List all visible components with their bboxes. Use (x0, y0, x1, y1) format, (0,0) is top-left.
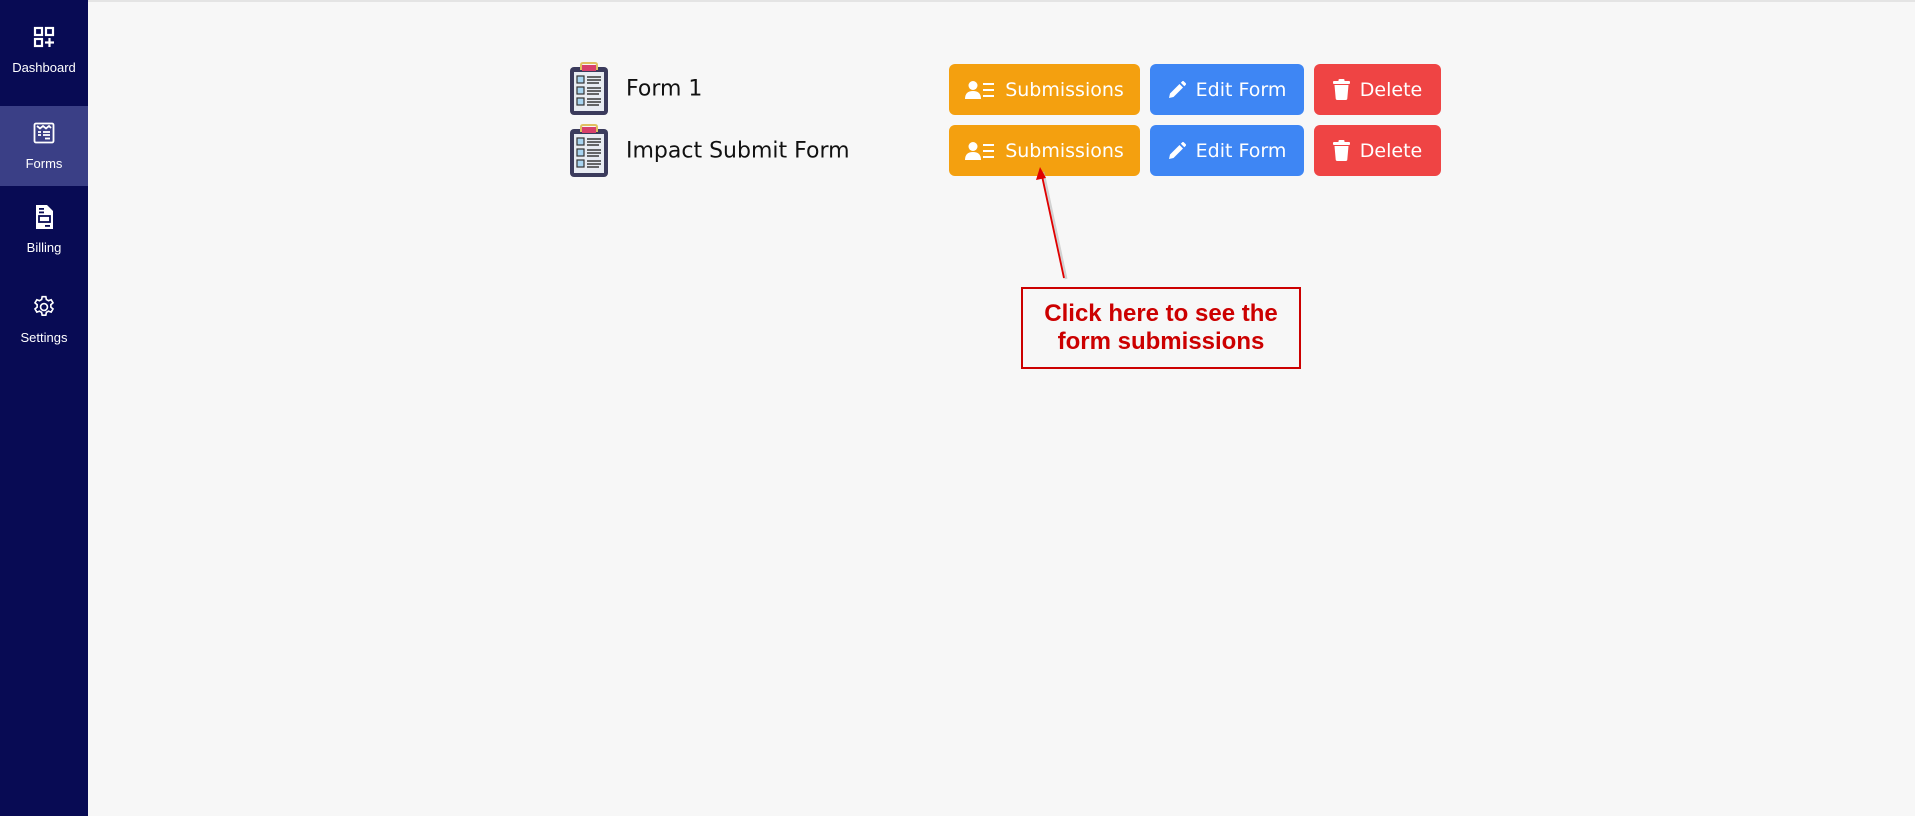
button-label: Delete (1359, 78, 1423, 101)
button-label: Submissions (1005, 139, 1124, 162)
forms-icon (31, 120, 57, 146)
sidebar-item-billing[interactable]: Billing (0, 190, 88, 270)
button-label: Edit Form (1195, 78, 1287, 101)
pencil-icon (1168, 141, 1186, 160)
trash-icon (1332, 79, 1350, 100)
annotation-callout: Click here to see the form submissions (1021, 287, 1301, 369)
form-list-item: Form 1 (568, 62, 702, 116)
form-name: Impact Submit Form (626, 138, 850, 164)
clipboard-checklist-icon (568, 124, 610, 178)
button-label: Submissions (1005, 78, 1124, 101)
button-label: Delete (1359, 139, 1423, 162)
delete-button[interactable]: Delete (1314, 125, 1441, 176)
sidebar-item-dashboard[interactable]: Dashboard (0, 10, 88, 90)
pencil-icon (1168, 80, 1186, 99)
user-list-icon (965, 141, 995, 161)
user-list-icon (965, 80, 995, 100)
sidebar-item-label: Forms (25, 156, 63, 171)
annotation-text-line2: form submissions (1057, 328, 1265, 355)
submissions-button[interactable]: Submissions (949, 125, 1140, 176)
submissions-button[interactable]: Submissions (949, 64, 1140, 115)
sidebar-item-label: Settings (20, 330, 68, 345)
clipboard-checklist-icon (568, 62, 610, 116)
edit-form-button[interactable]: Edit Form (1150, 125, 1304, 176)
annotation-text-line1: Click here to see the (1044, 300, 1278, 327)
form-list-item: Impact Submit Form (568, 124, 850, 178)
sidebar-item-forms[interactable]: Forms (0, 106, 88, 186)
gear-icon (31, 294, 57, 320)
billing-icon (31, 204, 57, 230)
trash-icon (1332, 140, 1350, 161)
sidebar-item-settings[interactable]: Settings (0, 280, 88, 360)
top-border (88, 0, 1915, 2)
button-label: Edit Form (1195, 139, 1287, 162)
annotation-arrow (1036, 167, 1068, 280)
sidebar-item-label: Dashboard (12, 60, 76, 75)
dashboard-icon (31, 24, 57, 50)
edit-form-button[interactable]: Edit Form (1150, 64, 1304, 115)
sidebar-item-label: Billing (26, 240, 62, 255)
form-name: Form 1 (626, 76, 703, 102)
delete-button[interactable]: Delete (1314, 64, 1441, 115)
sidebar: Dashboard Forms Billing Settings (0, 0, 88, 816)
